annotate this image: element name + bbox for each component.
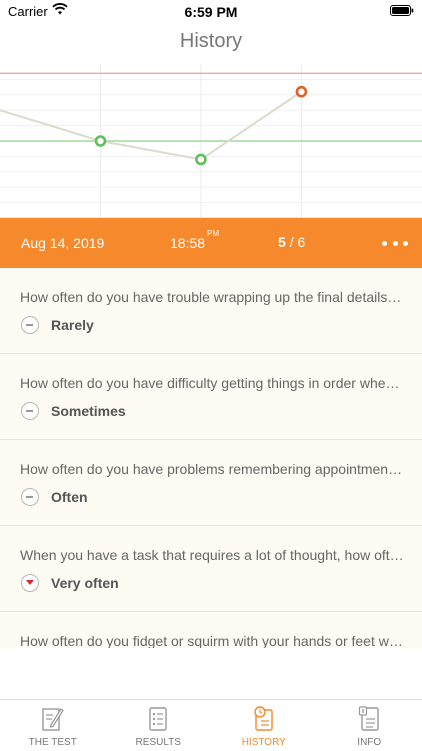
chevron-down-icon bbox=[21, 574, 39, 592]
minus-circle-icon bbox=[21, 488, 39, 506]
tab-bar: THE TEST RESULTS HISTORY INFO bbox=[0, 699, 422, 751]
answer-label: Often bbox=[51, 489, 88, 505]
question-row[interactable]: When you have a task that requires a lot… bbox=[0, 526, 422, 612]
page-title: History bbox=[0, 30, 422, 53]
answer-label: Sometimes bbox=[51, 403, 126, 419]
status-bar: Carrier 6:59 PM bbox=[0, 0, 422, 22]
dot-icon bbox=[393, 241, 398, 246]
session-score: 5 / 6 bbox=[278, 234, 305, 250]
answer-label: Rarely bbox=[51, 317, 94, 333]
session-date: Aug 14, 2019 bbox=[21, 235, 104, 251]
list-document-icon bbox=[147, 706, 169, 732]
question-list[interactable]: How often do you have trouble wrapping u… bbox=[0, 268, 422, 648]
session-time: 18:58PM bbox=[170, 235, 219, 251]
question-text: How often do you have trouble wrapping u… bbox=[20, 289, 404, 305]
info-document-icon bbox=[358, 706, 380, 732]
question-row[interactable]: How often do you have difficulty getting… bbox=[0, 354, 422, 440]
session-summary-bar[interactable]: Aug 14, 2019 18:58PM 5 / 6 bbox=[0, 218, 422, 268]
data-point bbox=[96, 137, 105, 146]
dot-icon bbox=[403, 241, 408, 246]
tab-label: INFO bbox=[317, 737, 422, 748]
pencil-note-icon bbox=[42, 706, 64, 732]
question-text: When you have a task that requires a lot… bbox=[20, 547, 404, 563]
tab-info[interactable]: INFO bbox=[317, 700, 422, 751]
question-row[interactable]: How often do you fidget or squirm with y… bbox=[0, 612, 422, 648]
history-chart[interactable] bbox=[0, 64, 422, 218]
tab-label: RESULTS bbox=[106, 737, 212, 748]
tab-history[interactable]: HISTORY bbox=[211, 700, 317, 751]
tab-label: THE TEST bbox=[0, 737, 106, 748]
data-point bbox=[297, 87, 306, 96]
tab-the-test[interactable]: THE TEST bbox=[0, 700, 106, 751]
question-text: How often do you have problems rememberi… bbox=[20, 461, 404, 477]
more-options-button[interactable] bbox=[382, 233, 408, 253]
question-row[interactable]: How often do you have problems rememberi… bbox=[0, 440, 422, 526]
minus-circle-icon bbox=[21, 316, 39, 334]
battery-icon bbox=[390, 5, 414, 16]
question-row[interactable]: How often do you have trouble wrapping u… bbox=[0, 268, 422, 354]
minus-circle-icon bbox=[21, 402, 39, 420]
tab-results[interactable]: RESULTS bbox=[106, 700, 212, 751]
clock-document-icon bbox=[253, 706, 275, 732]
data-point bbox=[196, 155, 205, 164]
status-time: 6:59 PM bbox=[0, 4, 422, 20]
answer-label: Very often bbox=[51, 575, 119, 591]
question-text: How often do you fidget or squirm with y… bbox=[20, 633, 404, 648]
question-text: How often do you have difficulty getting… bbox=[20, 375, 404, 391]
dot-icon bbox=[382, 241, 387, 246]
tab-label: HISTORY bbox=[211, 737, 317, 748]
